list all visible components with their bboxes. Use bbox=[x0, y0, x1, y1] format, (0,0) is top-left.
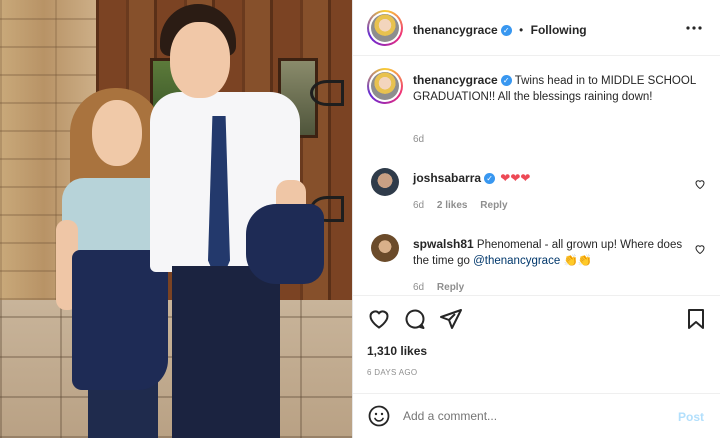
boy-face bbox=[170, 22, 230, 98]
comment-like-heart-icon[interactable] bbox=[694, 177, 706, 190]
reply-button[interactable]: Reply bbox=[480, 200, 507, 211]
verified-badge-icon: ✓ bbox=[500, 25, 512, 36]
verified-badge-icon: ✓ bbox=[484, 173, 496, 184]
post-panel: thenancygrace ✓ • Following thenancygrace… bbox=[352, 0, 720, 438]
following-button[interactable]: Following bbox=[531, 23, 587, 37]
reply-button[interactable]: Reply bbox=[437, 282, 464, 293]
mention-link[interactable]: @thenancygrace bbox=[473, 255, 560, 267]
commenter-avatar[interactable] bbox=[371, 234, 399, 262]
commenter-avatar[interactable] bbox=[371, 168, 399, 196]
post-button[interactable]: Post bbox=[678, 410, 704, 424]
likes-count[interactable]: 1,310 likes bbox=[367, 344, 427, 358]
comment-hearts: ❤❤❤ bbox=[500, 171, 531, 185]
comment-meta: 6d 2 likes Reply bbox=[413, 200, 508, 211]
comment-username[interactable]: spwalsh81 bbox=[413, 237, 474, 251]
comment-age: 6d bbox=[413, 282, 425, 293]
door-hinge bbox=[310, 80, 344, 106]
comment-username[interactable]: joshsabarra bbox=[413, 171, 481, 185]
comment-age: 6d bbox=[413, 200, 425, 211]
caption: thenancygrace ✓ Twins head in to MIDDLE S… bbox=[413, 72, 703, 105]
caption-avatar[interactable] bbox=[367, 68, 403, 104]
comment-meta-clip: 6d Reply bbox=[353, 281, 720, 295]
comment-input[interactable] bbox=[403, 406, 633, 426]
post-photo[interactable] bbox=[0, 0, 352, 438]
comment-icon[interactable] bbox=[403, 307, 427, 331]
comment-likes[interactable]: 2 likes bbox=[437, 200, 468, 211]
divider bbox=[353, 393, 720, 394]
instagram-post: thenancygrace ✓ • Following thenancygrace… bbox=[0, 0, 720, 438]
caption-username[interactable]: thenancygrace bbox=[413, 73, 498, 87]
post-header: thenancygrace ✓ • Following bbox=[353, 0, 720, 56]
bookmark-icon[interactable] bbox=[684, 307, 708, 331]
verified-badge-icon: ✓ bbox=[500, 75, 512, 86]
separator: • bbox=[519, 25, 524, 37]
author-username[interactable]: thenancygrace bbox=[413, 23, 498, 37]
more-horizontal-icon[interactable] bbox=[682, 16, 706, 40]
author-avatar[interactable] bbox=[367, 10, 403, 46]
graduation-gown bbox=[246, 204, 324, 284]
comment: joshsabarra ✓ ❤❤❤ bbox=[413, 170, 530, 187]
comment-like-heart-icon[interactable] bbox=[694, 242, 706, 255]
post-timestamp: 6 DAYS AGO bbox=[367, 368, 418, 377]
share-icon[interactable] bbox=[439, 307, 463, 331]
divider bbox=[353, 295, 720, 296]
girl-face bbox=[92, 100, 142, 166]
heart-icon[interactable] bbox=[367, 307, 391, 331]
comment: spwalsh81 Phenomenal - all grown up! Whe… bbox=[413, 236, 683, 269]
boy-pants bbox=[172, 266, 280, 438]
emoji-icon[interactable] bbox=[367, 404, 391, 428]
comment-meta: 6d Reply bbox=[413, 282, 464, 293]
caption-age: 6d bbox=[413, 134, 425, 145]
comment-emojis: 👏👏 bbox=[563, 255, 593, 267]
